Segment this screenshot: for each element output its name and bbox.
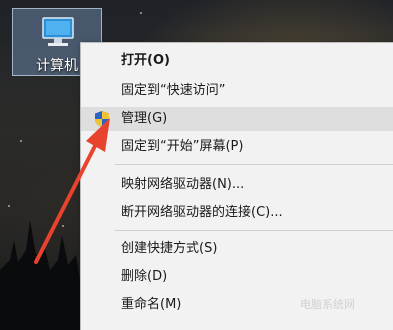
- menu-item-manage[interactable]: 管理(G): [81, 107, 393, 131]
- star: [140, 12, 142, 14]
- menu-item-pin-start[interactable]: 固定到“开始”屏幕(P): [81, 135, 393, 159]
- uac-shield-icon: [95, 111, 109, 127]
- desktop-background: 计算机 打开(O) 固定到“快速访问” 管理(G) 固定到“开始”屏幕(P) 映…: [0, 0, 393, 330]
- menu-item-manage-label: 管理(G): [121, 111, 168, 126]
- menu-item-create-shortcut[interactable]: 创建快捷方式(S): [81, 237, 393, 261]
- menu-item-disconnect-network-drive[interactable]: 断开网络驱动器的连接(C)...: [81, 201, 393, 225]
- menu-item-pin-quick-access[interactable]: 固定到“快速访问”: [81, 79, 393, 103]
- context-menu: 打开(O) 固定到“快速访问” 管理(G) 固定到“开始”屏幕(P) 映射网络驱…: [80, 42, 393, 330]
- menu-item-open[interactable]: 打开(O): [81, 49, 393, 73]
- menu-separator: [115, 230, 393, 231]
- star: [20, 140, 22, 142]
- menu-separator: [115, 164, 393, 165]
- computer-icon: [42, 17, 74, 46]
- watermark: 电脑系统网: [300, 298, 355, 311]
- menu-item-delete[interactable]: 删除(D): [81, 265, 393, 289]
- menu-item-map-network-drive[interactable]: 映射网络驱动器(N)...: [81, 173, 393, 197]
